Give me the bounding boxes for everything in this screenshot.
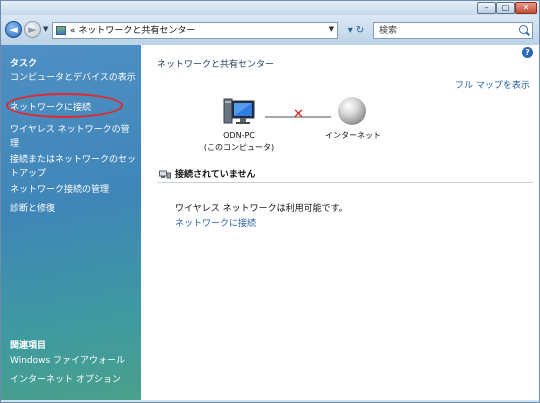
- sidebar-item-windows-firewall[interactable]: Windows ファイアウォール: [10, 354, 136, 368]
- related-heading: 関連項目: [10, 341, 47, 351]
- sidebar-item-manage-connections[interactable]: ネットワーク接続の管理: [10, 183, 136, 197]
- close-button[interactable]: ✕: [515, 2, 537, 14]
- computer-icon[interactable]: [223, 97, 255, 127]
- main-content: ? ネットワークと共有センター フル マップを表示 ODN-PC (このコンピュ…: [141, 45, 539, 400]
- search-placeholder: 検索: [379, 26, 398, 36]
- maximize-button[interactable]: □: [496, 2, 515, 14]
- minimize-button[interactable]: –: [477, 2, 496, 14]
- sidebar-item-manage-wireless[interactable]: ワイヤレス ネットワークの管理: [10, 123, 136, 151]
- internet-label: インターネット: [325, 131, 381, 140]
- connect-to-network-link[interactable]: ネットワークに接続: [175, 216, 256, 229]
- internet-globe-icon[interactable]: [338, 97, 366, 125]
- forward-arrow-icon[interactable]: ►: [24, 21, 41, 38]
- section-divider: [157, 182, 533, 183]
- back-arrow-icon[interactable]: ◄: [5, 21, 22, 38]
- network-sharing-center-window: – □ ✕ ◄ ► ▼ « ネットワークと共有センター ▼ ▾ ↻ 検索 タスク…: [0, 0, 540, 403]
- tasks-heading: タスク: [10, 59, 38, 69]
- search-input[interactable]: 検索: [373, 22, 533, 39]
- page-title: ネットワークと共有センター: [157, 60, 275, 70]
- computer-sublabel: (このコンピュータ): [203, 143, 275, 152]
- connection-status: 接続されていません: [175, 170, 256, 180]
- network-status-icon: [159, 170, 171, 179]
- sidebar-item-connect-network[interactable]: ネットワークに接続: [10, 101, 136, 115]
- refresh-icon[interactable]: ▾ ↻: [341, 22, 371, 39]
- full-map-link[interactable]: フル マップを表示: [455, 78, 530, 91]
- navigation-bar: ◄ ► ▼ « ネットワークと共有センター ▼ ▾ ↻ 検索: [1, 15, 539, 45]
- title-bar: – □ ✕: [1, 1, 539, 15]
- sidebar-item-internet-options[interactable]: インターネット オプション: [10, 373, 136, 387]
- address-dropdown-icon[interactable]: ▼: [329, 25, 334, 33]
- sidebar-item-view-computers[interactable]: コンピュータとデバイスの表示: [10, 71, 136, 85]
- computer-label: ODN-PC (このコンピュータ): [203, 130, 275, 154]
- wireless-available-text: ワイヤレス ネットワークは利用可能です。: [175, 204, 348, 214]
- search-icon[interactable]: [519, 25, 528, 34]
- network-folder-icon: [56, 26, 66, 35]
- address-text: « ネットワークと共有センター: [70, 26, 196, 36]
- sidebar-item-diagnose-repair[interactable]: 診断と修復: [10, 202, 136, 216]
- recent-pages-dropdown[interactable]: ▼: [43, 25, 48, 33]
- help-icon[interactable]: ?: [522, 47, 533, 58]
- task-sidebar: タスク コンピュータとデバイスの表示 ネットワークに接続 ワイヤレス ネットワー…: [1, 45, 141, 400]
- disconnected-x-icon: ✕: [293, 107, 304, 122]
- address-bar[interactable]: « ネットワークと共有センター ▼: [52, 22, 338, 39]
- computer-name: ODN-PC: [223, 131, 255, 140]
- sidebar-item-setup-connection[interactable]: 接続またはネットワークのセットアップ: [10, 153, 136, 181]
